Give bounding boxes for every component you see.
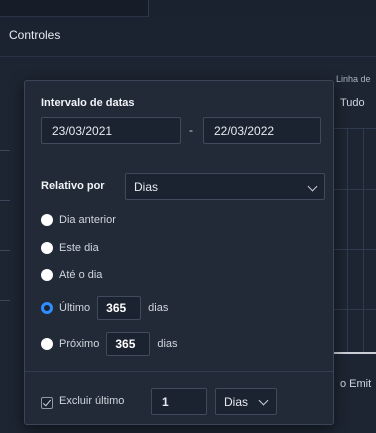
date-filter-popup: Intervalo de datas 23/03/2021 - 22/03/20… — [24, 80, 334, 425]
option-this-day[interactable]: Este dia — [41, 239, 99, 257]
background-column-value: Tudo — [340, 97, 365, 109]
background-grid — [332, 128, 376, 353]
background-tick — [0, 200, 10, 201]
next-count-input[interactable]: 365 — [106, 332, 151, 356]
option-label: Próximo — [59, 338, 100, 350]
start-date-input[interactable]: 23/03/2021 — [41, 117, 181, 144]
option-suffix: dias — [148, 302, 169, 314]
radio-icon[interactable] — [41, 338, 53, 350]
option-label: Dia anterior — [59, 214, 116, 226]
top-bar-segment — [148, 0, 376, 17]
exclude-unit-value: Dias — [224, 395, 249, 409]
background-chart-line — [332, 352, 376, 354]
relative-by-label: Relativo por — [41, 180, 105, 192]
last-count-input[interactable]: 365 — [97, 296, 142, 320]
option-last[interactable]: Último 365 dias — [41, 296, 169, 320]
option-label: Último — [59, 302, 91, 314]
option-previous-day[interactable]: Dia anterior — [41, 211, 116, 229]
relative-by-select[interactable]: Dias — [125, 173, 325, 200]
date-range-title: Intervalo de datas — [41, 97, 135, 109]
exclude-count-input[interactable]: 1 — [151, 388, 207, 415]
chevron-down-icon — [307, 181, 318, 192]
background-tick — [0, 300, 10, 301]
radio-selected-icon[interactable] — [41, 302, 53, 314]
background-tick — [0, 150, 10, 151]
top-bar — [0, 0, 376, 17]
radio-icon[interactable] — [41, 242, 53, 254]
background-column-footer: o Emit — [340, 378, 372, 390]
option-to-date[interactable]: Até o dia — [41, 266, 102, 284]
radio-icon[interactable] — [41, 269, 53, 281]
option-next[interactable]: Próximo 365 dias — [41, 332, 178, 356]
background-column-header: Linha de — [336, 74, 371, 84]
radio-icon[interactable] — [41, 214, 53, 226]
divider — [25, 371, 333, 372]
end-date-input[interactable]: 22/03/2022 — [203, 117, 321, 144]
page-title: Controles — [9, 28, 61, 42]
option-label: Este dia — [59, 242, 99, 254]
background-tick — [0, 250, 10, 251]
option-suffix: dias — [157, 338, 178, 350]
option-label: Até o dia — [59, 269, 103, 281]
exclude-last-label: Excluir último — [59, 395, 125, 407]
exclude-last-checkbox[interactable] — [41, 397, 53, 409]
exclude-unit-select[interactable]: Dias — [215, 388, 277, 415]
chevron-down-icon — [258, 395, 269, 406]
date-range-separator: - — [189, 123, 193, 137]
relative-by-value: Dias — [134, 180, 159, 194]
